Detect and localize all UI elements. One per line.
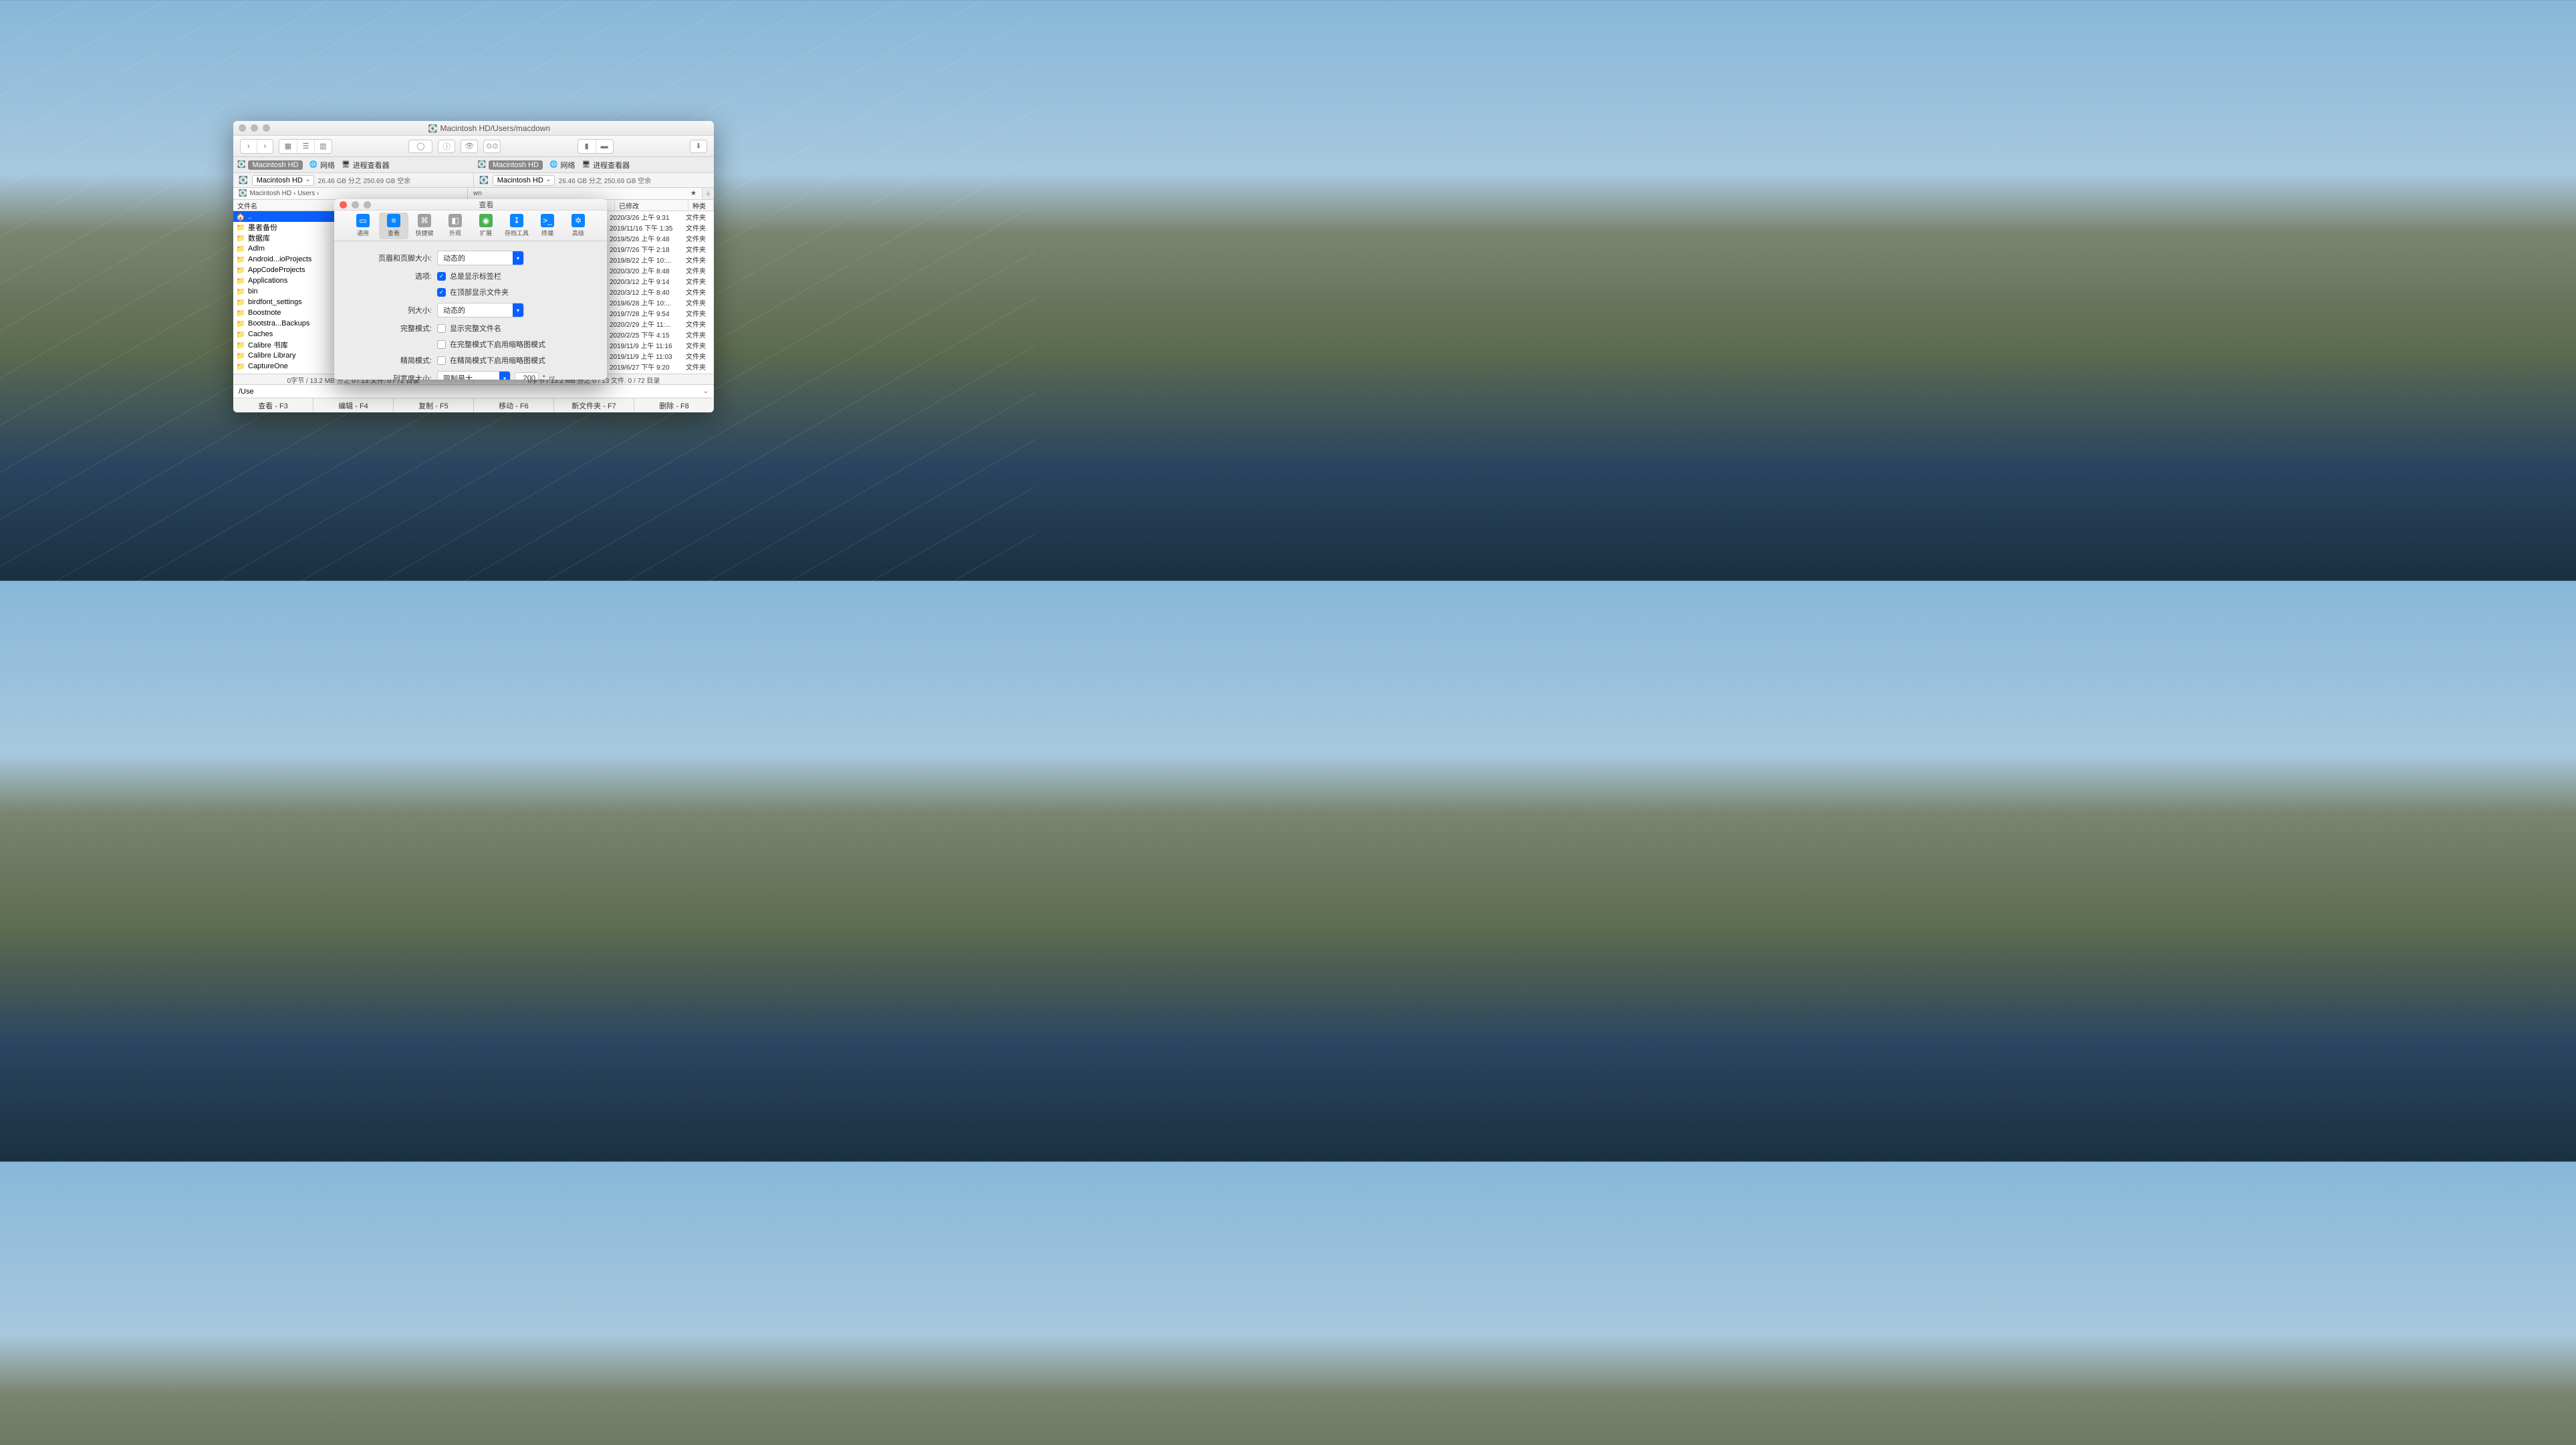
full-thumbs-label: 在完整模式下启用缩略图模式 [450,339,545,350]
pref-tab-快捷键[interactable]: ⌘快捷键 [410,213,439,239]
command-input[interactable] [254,388,703,396]
back-button[interactable]: ‹ [241,140,257,153]
tabs-left: 💽Macintosh HD 🌐网络 🖥进程查看器 [233,157,474,172]
quicklook-button[interactable]: 👁 [461,140,478,153]
folders-on-top-label: 在顶部显示文件夹 [450,287,509,297]
sheet-zoom-icon [364,201,371,209]
show-fullname-checkbox[interactable] [437,324,446,333]
col-width-unit: pt. [549,375,557,380]
breadcrumb-left[interactable]: 💽Macintosh HD › Users › [233,188,467,199]
search-button[interactable]: ⊙⊙ [483,140,501,153]
always-show-tabbar-checkbox[interactable]: ✓ [437,272,446,281]
pref-tab-外观[interactable]: ◧外观 [440,213,470,239]
col-kind-right[interactable]: 种类 [688,200,714,211]
dual-pane-button[interactable]: ▬ [596,140,613,153]
col-size-label: 列大小: [350,305,437,315]
col-width-select[interactable]: 限制最大▾ [437,371,511,380]
preferences-window: 查看 ▭通用≡查看⌘快捷键◧外观◉扩展↧存档工具>_终端✲高级 页眉和页脚大小:… [334,199,607,380]
drive-right: 💽 Macintosh HD 26.46 GB 分之 250.69 GB 空余 [473,173,714,187]
drive-select-right[interactable]: Macintosh HD [493,175,555,186]
col-width-stepper[interactable]: ▴▾ [543,373,545,380]
fkey-button[interactable]: 查看 - F3 [233,398,313,412]
options-label: 选项: [350,271,437,281]
source-tab[interactable]: 💽Macintosh HD [237,160,303,170]
fkey-button[interactable]: 移动 - F6 [473,398,553,412]
command-line-row: /Use ⌄ [233,384,714,398]
full-mode-label: 完整模式: [350,323,437,334]
command-prompt: /Use [239,388,254,396]
tabs-right: 💽Macintosh HD 🌐网络 🖥进程查看器 [474,157,715,172]
source-tab[interactable]: 💽Macintosh HD [478,160,543,170]
brief-thumbs-checkbox[interactable] [437,356,446,365]
hidden-toggle[interactable]: ◯ [408,140,432,153]
sheet-title: 查看 [371,199,602,210]
view-list-button[interactable]: ☰ [297,140,314,153]
source-tab[interactable]: 🌐网络 [309,160,335,170]
pref-tab-查看[interactable]: ≡查看 [379,213,408,239]
view-mode-segment: ▦ ☰ ▥ [279,139,332,154]
drive-select-left[interactable]: Macintosh HD [252,175,314,186]
titlebar: 💽Macintosh HD/Users/macdown [233,121,714,136]
download-button[interactable]: ⬇ [690,140,707,153]
preferences-tabs: ▭通用≡查看⌘快捷键◧外观◉扩展↧存档工具>_终端✲高级 [334,211,607,241]
col-width-label: 列宽度大小: [350,373,437,380]
command-history-dropdown[interactable]: ⌄ [703,388,709,395]
col-size-select[interactable]: 动态的▾ [437,303,524,317]
fkey-button[interactable]: 删除 - F8 [634,398,714,412]
info-button[interactable]: ⓘ [438,140,455,153]
drive-info-right: 26.46 GB 分之 250.69 GB 空余 [559,175,651,185]
drive-info-left: 26.46 GB 分之 250.69 GB 空余 [318,175,410,185]
pref-tab-存档工具[interactable]: ↧存档工具 [502,213,531,239]
header-footer-select[interactable]: 动态的▾ [437,251,524,265]
add-tab-button[interactable]: ＋ [702,188,714,199]
always-show-tabbar-label: 总是显示标签栏 [450,271,501,281]
view-icons-button[interactable]: ▦ [279,140,297,153]
view-columns-button[interactable]: ▥ [314,140,332,153]
source-tabs-row: 💽Macintosh HD 🌐网络 🖥进程查看器 💽Macintosh HD 🌐网络 🖥… [233,157,714,173]
pref-tab-高级[interactable]: ✲高级 [563,213,593,239]
pref-tab-扩展[interactable]: ◉扩展 [471,213,501,239]
brief-thumbs-label: 在精简模式下启用缩略图模式 [450,355,545,366]
sheet-titlebar: 查看 [334,199,607,211]
forward-button[interactable]: › [257,140,273,153]
source-tab[interactable]: 🖥进程查看器 [582,160,630,170]
path-row: 💽Macintosh HD › Users › wn★ ＋ [233,188,714,200]
full-thumbs-checkbox[interactable] [437,340,446,349]
preferences-body: 页眉和页脚大小: 动态的▾ 选项: ✓ 总是显示标签栏 ✓ 在顶部显示文件夹 列大小… [334,241,607,380]
source-tab[interactable]: 🖥进程查看器 [342,160,390,170]
toolbar: ‹ › ▦ ☰ ▥ ◯ ⓘ 👁 ⊙⊙ ▮ ▬ ⬇ [233,136,714,157]
header-footer-label: 页眉和页脚大小: [350,253,437,263]
pane-segment: ▮ ▬ [577,139,614,154]
sheet-close-icon[interactable] [340,201,347,209]
pref-tab-通用[interactable]: ▭通用 [348,213,378,239]
function-keys: 查看 - F3编辑 - F4复制 - F5移动 - F6新文件夹 - F7删除 … [233,398,714,412]
fkey-button[interactable]: 复制 - F5 [393,398,473,412]
window-title: 💽Macintosh HD/Users/macdown [270,124,709,133]
show-fullname-label: 显示完整文件名 [450,323,501,334]
pref-tab-终端[interactable]: >_终端 [533,213,562,239]
sheet-minimize-icon [352,201,359,209]
window-controls [239,124,270,132]
close-icon[interactable] [239,124,246,132]
fkey-button[interactable]: 新文件夹 - F7 [553,398,634,412]
col-modified-right[interactable]: 已修改 [615,200,688,211]
single-pane-button[interactable]: ▮ [578,140,596,153]
zoom-icon[interactable] [263,124,270,132]
drive-row: 💽 Macintosh HD 26.46 GB 分之 250.69 GB 空余 … [233,173,714,188]
minimize-icon[interactable] [251,124,258,132]
breadcrumb-right[interactable]: wn★ [467,188,702,199]
nav-back-forward: ‹ › [240,139,273,154]
source-tab[interactable]: 🌐网络 [549,160,575,170]
folders-on-top-checkbox[interactable]: ✓ [437,288,446,297]
brief-mode-label: 精简模式: [350,355,437,366]
drive-left: 💽 Macintosh HD 26.46 GB 分之 250.69 GB 空余 [233,173,473,187]
col-width-field[interactable]: 200 [515,372,539,380]
fkey-button[interactable]: 编辑 - F4 [313,398,393,412]
